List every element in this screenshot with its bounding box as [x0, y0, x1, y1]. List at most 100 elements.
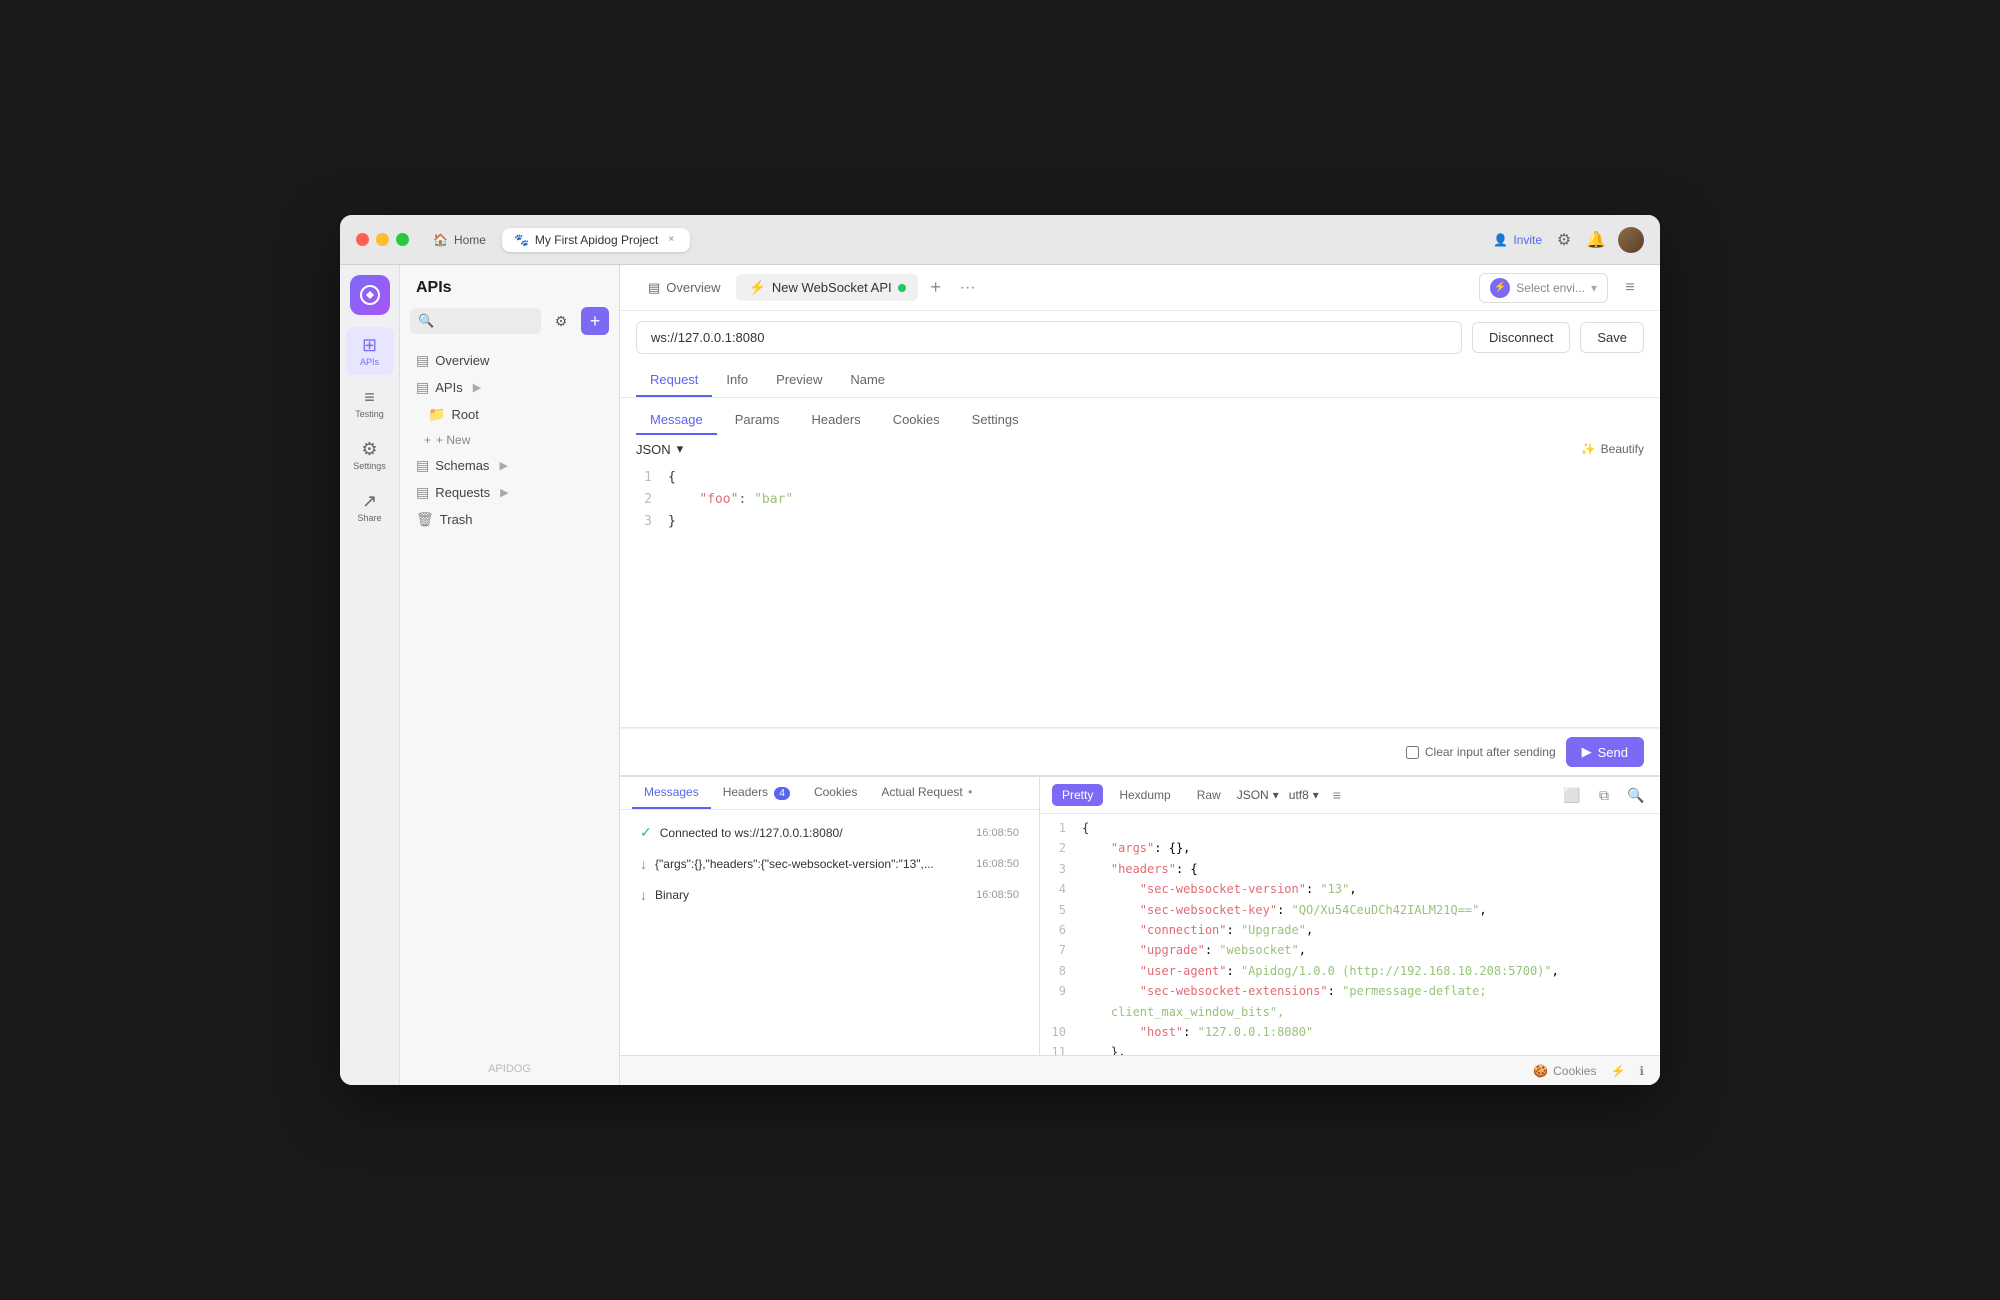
- sidebar-item-share[interactable]: ↗ Share: [346, 483, 394, 531]
- msg-tab-settings[interactable]: Settings: [958, 406, 1033, 435]
- cookies-status[interactable]: 🍪 Cookies: [1533, 1064, 1596, 1078]
- response-toolbar: Pretty Hexdump Raw JSON ▾ utf8 ▾ ≡: [1040, 777, 1660, 814]
- req-tab-name[interactable]: Name: [836, 364, 899, 397]
- minimize-button[interactable]: [376, 233, 389, 246]
- send-button[interactable]: ▶ Send: [1566, 737, 1644, 767]
- message-item-connected[interactable]: ✓ Connected to ws://127.0.0.1:8080/ 16:0…: [626, 817, 1033, 848]
- search-input[interactable]: [440, 314, 533, 328]
- resp-tab-hexdump[interactable]: Hexdump: [1109, 784, 1180, 806]
- invite-button[interactable]: 👤 Invite: [1493, 233, 1542, 247]
- lightning-icon: ⚡: [1610, 1064, 1625, 1078]
- status-bar: 🍪 Cookies ⚡ ℹ: [620, 1055, 1660, 1085]
- tree-item-overview[interactable]: ▤ Overview: [408, 347, 611, 374]
- avatar[interactable]: [1618, 227, 1644, 253]
- tab-close-icon[interactable]: ×: [664, 233, 678, 247]
- resp-line-2: 2 "args": {},: [1050, 838, 1650, 858]
- share-icon: ↗: [362, 492, 377, 510]
- headers-tab-label: Headers: [723, 785, 768, 799]
- bottom-tab-cookies[interactable]: Cookies: [802, 777, 869, 809]
- nav-add-button[interactable]: +: [922, 274, 950, 302]
- info-status-icon: ℹ: [1639, 1064, 1644, 1078]
- root-tree-label: Root: [451, 407, 478, 422]
- req-tab-preview[interactable]: Preview: [762, 364, 836, 397]
- resp-line-4: 4 "sec-websocket-version": "13",: [1050, 879, 1650, 899]
- format-selector[interactable]: JSON ▾: [636, 441, 683, 457]
- response-format-selector[interactable]: JSON ▾: [1237, 788, 1279, 802]
- resp-tab-raw[interactable]: Raw: [1187, 784, 1231, 806]
- tab-project[interactable]: 🐾 My First Apidog Project ×: [502, 228, 690, 252]
- tab-project-label: My First Apidog Project: [535, 233, 658, 247]
- save-button[interactable]: Save: [1580, 322, 1644, 353]
- traffic-lights: [356, 233, 409, 246]
- maximize-button[interactable]: [396, 233, 409, 246]
- expand-icon-btn[interactable]: ⬜: [1560, 783, 1584, 807]
- binary-time: 16:08:50: [976, 889, 1019, 901]
- msg-tab-message[interactable]: Message: [636, 406, 717, 435]
- sidebar-item-apis[interactable]: ⊞ APIs: [346, 327, 394, 375]
- bell-icon[interactable]: 🔔: [1586, 230, 1606, 250]
- settings-icon[interactable]: ⚙: [1554, 230, 1574, 250]
- code-editor[interactable]: 1 { 2 "foo": "bar" 3 }: [620, 463, 1660, 727]
- response-encoding-selector[interactable]: utf8 ▾: [1289, 788, 1319, 802]
- nav-more-button[interactable]: ···: [954, 274, 982, 302]
- tree-item-schemas[interactable]: ▤ Schemas ▶: [408, 452, 611, 479]
- footer-label: APIDOG: [488, 1063, 531, 1075]
- new-button[interactable]: + + New: [408, 428, 611, 452]
- filter-button[interactable]: ⚙: [547, 307, 575, 335]
- binary-icon: ↓: [640, 887, 647, 903]
- resp-line-8: 8 "user-agent": "Apidog/1.0.0 (http://19…: [1050, 961, 1650, 981]
- resp-line-5: 5 "sec-websocket-key": "QO/Xu54CeuDCh42I…: [1050, 900, 1650, 920]
- req-tab-info[interactable]: Info: [712, 364, 762, 397]
- testing-icon: ≡: [364, 388, 375, 406]
- close-button[interactable]: [356, 233, 369, 246]
- message-item-1[interactable]: ↓ {"args":{},"headers":{"sec-websocket-v…: [626, 849, 1033, 879]
- schemas-tree-icon: ▤: [416, 457, 429, 474]
- nav-menu-button[interactable]: ≡: [1616, 274, 1644, 302]
- msg-tab-cookies[interactable]: Cookies: [879, 406, 954, 435]
- overview-tree-icon: ▤: [416, 352, 429, 369]
- disconnect-button[interactable]: Disconnect: [1472, 322, 1570, 353]
- code-line-3: 3 }: [636, 511, 1644, 533]
- copy-icon-btn[interactable]: ⧉: [1592, 783, 1616, 807]
- testing-label: Testing: [355, 409, 384, 419]
- sidebar-item-testing[interactable]: ≡ Testing: [346, 379, 394, 427]
- bottom-tab-actual-request[interactable]: Actual Request •: [869, 777, 984, 809]
- status-icon-3[interactable]: ℹ: [1639, 1064, 1644, 1078]
- response-right: ⬜ ⧉ 🔍: [1560, 783, 1648, 807]
- msg-tab-headers[interactable]: Headers: [798, 406, 875, 435]
- beautify-button[interactable]: ✨ Beautify: [1581, 442, 1644, 456]
- code-line-1: 1 {: [636, 467, 1644, 489]
- project-icon: 🐾: [514, 233, 529, 247]
- sidebar-tree: ▤ Overview ▤ APIs ▶ 📁 Root + + New ▤: [400, 343, 619, 1053]
- tree-item-trash[interactable]: 🗑 Trash: [408, 506, 611, 533]
- tree-item-apis[interactable]: ▤ APIs ▶: [408, 374, 611, 401]
- url-input[interactable]: [636, 321, 1462, 354]
- list-icon-btn[interactable]: ≡: [1325, 783, 1349, 807]
- tab-home[interactable]: 🏠 Home: [421, 228, 498, 252]
- add-button[interactable]: +: [581, 307, 609, 335]
- tree-item-requests[interactable]: ▤ Requests ▶: [408, 479, 611, 506]
- req-tab-request[interactable]: Request: [636, 364, 712, 397]
- msg-tab-params[interactable]: Params: [721, 406, 794, 435]
- bottom-tab-messages[interactable]: Messages: [632, 777, 711, 809]
- resp-tab-pretty[interactable]: Pretty: [1052, 784, 1103, 806]
- sidebar-title: APIs: [416, 279, 452, 297]
- bottom-tab-headers[interactable]: Headers 4: [711, 777, 802, 809]
- titlebar: 🏠 Home 🐾 My First Apidog Project × 👤 Inv…: [340, 215, 1660, 265]
- clear-label: Clear input after sending: [1425, 745, 1556, 759]
- status-icon-2[interactable]: ⚡: [1610, 1064, 1625, 1078]
- env-selector[interactable]: ⚡ Select envi... ▾: [1479, 273, 1608, 303]
- format-chevron-icon: ▾: [677, 441, 684, 457]
- window-tabs: 🏠 Home 🐾 My First Apidog Project ×: [421, 228, 1481, 252]
- sidebar-item-settings[interactable]: ⚙ Settings: [346, 431, 394, 479]
- new-label: + New: [436, 433, 470, 447]
- tree-item-root[interactable]: 📁 Root: [408, 401, 611, 428]
- resp-line-9: 9 "sec-websocket-extensions": "permessag…: [1050, 981, 1650, 1001]
- response-encoding-chevron: ▾: [1313, 788, 1319, 802]
- nav-tab-ws[interactable]: ⚡ New WebSocket API: [736, 274, 917, 301]
- search-resp-icon-btn[interactable]: 🔍: [1624, 783, 1648, 807]
- clear-input-checkbox[interactable]: [1406, 746, 1419, 759]
- message-left-1: ↓ {"args":{},"headers":{"sec-websocket-v…: [640, 856, 968, 872]
- nav-tab-overview[interactable]: ▤ Overview: [636, 275, 732, 301]
- message-item-binary[interactable]: ↓ Binary 16:08:50: [626, 880, 1033, 910]
